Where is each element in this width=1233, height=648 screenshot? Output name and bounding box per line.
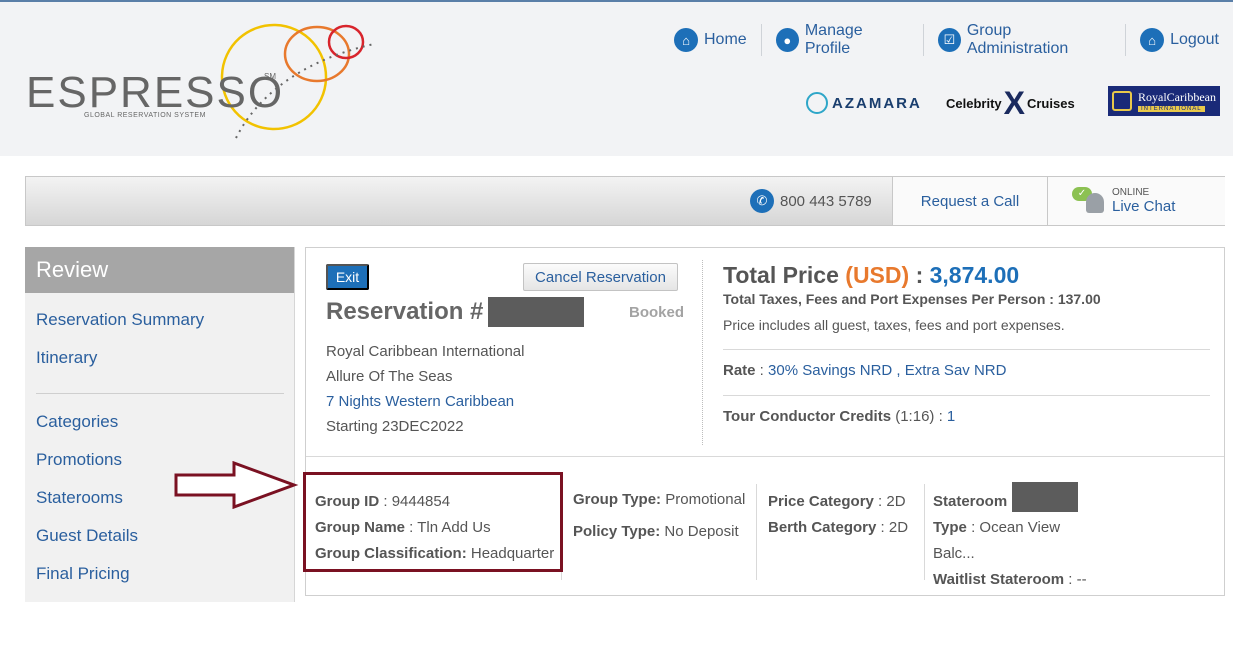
rate-row: Rate : 30% Savings NRD , Extra Sav NRD bbox=[723, 362, 1007, 379]
celebrity-x-mark: X bbox=[1003, 84, 1025, 121]
price-category-value: 2D bbox=[886, 493, 906, 510]
tcc-value-link[interactable]: 1 bbox=[947, 408, 955, 425]
redacted-reservation-number bbox=[488, 297, 584, 327]
price-category-label: Price Category bbox=[768, 493, 874, 510]
pricing-divider bbox=[723, 395, 1210, 396]
request-call-label: Request a Call bbox=[920, 192, 1020, 210]
pricing-divider bbox=[723, 349, 1210, 350]
live-chat-icon: ✓ bbox=[1072, 187, 1104, 215]
celebrity-cruises-logo[interactable]: Celebrity X Cruises bbox=[946, 84, 1075, 121]
sidebar-item-guest-details[interactable]: Guest Details bbox=[36, 526, 138, 546]
policy-type-value: No Deposit bbox=[664, 523, 739, 540]
section-divider bbox=[306, 456, 1224, 457]
royal-caribbean-international-tag: INTERNATIONAL bbox=[1138, 106, 1205, 112]
rate-link-savings[interactable]: 30% Savings NRD bbox=[768, 362, 892, 379]
phone-number: ✆ 800 443 5789 bbox=[750, 177, 872, 225]
policy-type-label: Policy Type: bbox=[573, 523, 661, 540]
price-includes-note: Price includes all guest, taxes, fees an… bbox=[723, 317, 1065, 333]
request-call-button[interactable]: Request a Call bbox=[892, 177, 1047, 225]
azamara-logo[interactable]: AZAMARA bbox=[806, 86, 922, 120]
currency-code: (USD) bbox=[845, 262, 910, 288]
checkbox-icon: ☑ bbox=[937, 28, 961, 52]
total-price-separator: : bbox=[915, 262, 924, 288]
column-divider bbox=[702, 260, 703, 445]
waitlist-stateroom-value: -- bbox=[1076, 571, 1087, 588]
crown-anchor-icon bbox=[1112, 91, 1132, 111]
ship-name: Allure Of The Seas bbox=[326, 368, 453, 385]
stateroom-type-label: Type bbox=[933, 519, 967, 536]
sidebar-item-reservation-summary[interactable]: Reservation Summary bbox=[36, 310, 204, 330]
live-chat-button[interactable]: ✓ ONLINE Live Chat bbox=[1047, 177, 1225, 225]
nav-logout[interactable]: ⌂ Logout bbox=[1125, 24, 1233, 56]
nav-home[interactable]: ⌂ Home bbox=[660, 24, 761, 56]
nav-logout-label: Logout bbox=[1170, 31, 1219, 48]
sidebar-item-final-pricing[interactable]: Final Pricing bbox=[36, 564, 130, 584]
rate-link-extra-sav[interactable]: , Extra Sav NRD bbox=[896, 362, 1006, 379]
azamara-ring-icon bbox=[806, 92, 828, 114]
logo-wordmark: ESPRESSO bbox=[26, 68, 285, 117]
column-separator bbox=[756, 484, 757, 580]
home-icon: ⌂ bbox=[674, 28, 698, 52]
brand-logos: AZAMARA Celebrity X Cruises RoyalCaribbe… bbox=[800, 84, 1230, 121]
logo-trademark: SM bbox=[264, 72, 276, 81]
top-navigation: ⌂ Home ● Manage Profile ☑ Group Administ… bbox=[660, 22, 1233, 57]
exit-button[interactable]: Exit bbox=[326, 264, 369, 290]
taxes-fees: Total Taxes, Fees and Port Expenses Per … bbox=[723, 291, 1101, 307]
sidebar-item-promotions[interactable]: Promotions bbox=[36, 450, 122, 470]
nav-group-administration[interactable]: ☑ Group Administration bbox=[922, 22, 1125, 57]
cancel-reservation-button[interactable]: Cancel Reservation bbox=[523, 263, 678, 291]
reservation-number-label: Reservation # : bbox=[326, 298, 499, 325]
phone-icon: ✆ bbox=[750, 189, 774, 213]
stateroom-type-value-cont: Balc... bbox=[933, 545, 975, 562]
reservation-status: Booked bbox=[629, 304, 685, 321]
cruise-line: Royal Caribbean International bbox=[326, 343, 525, 360]
live-chat-label: Live Chat bbox=[1112, 198, 1176, 215]
rate-label: Rate bbox=[723, 362, 756, 379]
tcc-ratio: (1:16) bbox=[895, 408, 935, 425]
user-icon: ● bbox=[775, 28, 799, 52]
itinerary-link[interactable]: 7 Nights Western Caribbean bbox=[326, 393, 514, 410]
royal-caribbean-logo[interactable]: RoyalCaribbean INTERNATIONAL bbox=[1108, 86, 1220, 116]
nav-manage-profile[interactable]: ● Manage Profile bbox=[760, 22, 923, 57]
tour-conductor-credits-row: Tour Conductor Credits (1:16) : 1 bbox=[723, 408, 956, 425]
total-price-label: Total Price bbox=[723, 262, 839, 288]
review-sidebar: Review Reservation Summary Itinerary Cat… bbox=[25, 247, 295, 602]
azamara-wordmark: AZAMARA bbox=[832, 94, 922, 112]
nav-group-administration-label: Group Administration bbox=[966, 22, 1069, 57]
espresso-logo[interactable]: ESPRESSO SM GLOBAL RESERVATION SYSTEM bbox=[24, 22, 384, 142]
stateroom-label: Stateroom bbox=[933, 493, 1008, 510]
total-price: Total Price (USD) : 3,874.00 bbox=[723, 262, 1019, 289]
sidebar-divider bbox=[36, 393, 284, 394]
logo-tagline: GLOBAL RESERVATION SYSTEM bbox=[84, 112, 206, 119]
sidebar-item-itinerary[interactable]: Itinerary bbox=[36, 348, 97, 368]
group-info-highlight-box bbox=[303, 472, 563, 572]
berth-category-value: 2D bbox=[888, 519, 909, 536]
site-header: ESPRESSO SM GLOBAL RESERVATION SYSTEM ⌂ … bbox=[0, 0, 1233, 156]
cruises-wordmark: Cruises bbox=[1026, 95, 1075, 111]
contact-bar: ✆ 800 443 5789 Request a Call ✓ ONLINE L… bbox=[25, 176, 1225, 226]
annotation-arrow-icon bbox=[174, 461, 299, 509]
royal-caribbean-wordmark: RoyalCaribbean bbox=[1138, 90, 1216, 104]
nav-home-label: Home bbox=[704, 31, 747, 48]
phone-number-text: 800 443 5789 bbox=[780, 192, 872, 210]
sidebar-item-categories[interactable]: Categories bbox=[36, 412, 118, 432]
chat-status: ONLINE bbox=[1112, 187, 1150, 198]
sail-date: Starting 23DEC2022 bbox=[326, 418, 464, 435]
group-type-column: Group Type: Promotional Policy Type: No … bbox=[573, 484, 745, 548]
stateroom-type-value: Ocean View bbox=[979, 519, 1061, 536]
group-type-value: Promotional bbox=[665, 491, 746, 508]
category-column: Price Category : 2D Berth Category : 2D bbox=[768, 493, 909, 536]
sidebar-title: Review bbox=[25, 247, 294, 293]
home-icon: ⌂ bbox=[1140, 28, 1165, 52]
redacted-stateroom-number bbox=[1012, 482, 1078, 512]
total-price-amount: 3,874.00 bbox=[929, 262, 1020, 288]
column-separator bbox=[924, 484, 925, 580]
sidebar-item-staterooms[interactable]: Staterooms bbox=[36, 488, 123, 508]
celebrity-wordmark: Celebrity bbox=[946, 95, 1002, 111]
berth-category-label: Berth Category bbox=[768, 519, 877, 536]
group-type-label: Group Type: bbox=[573, 491, 662, 508]
nav-manage-profile-label: Manage Profile bbox=[804, 22, 863, 57]
waitlist-stateroom-label: Waitlist Stateroom bbox=[933, 571, 1065, 588]
tcc-label: Tour Conductor Credits bbox=[723, 408, 892, 425]
